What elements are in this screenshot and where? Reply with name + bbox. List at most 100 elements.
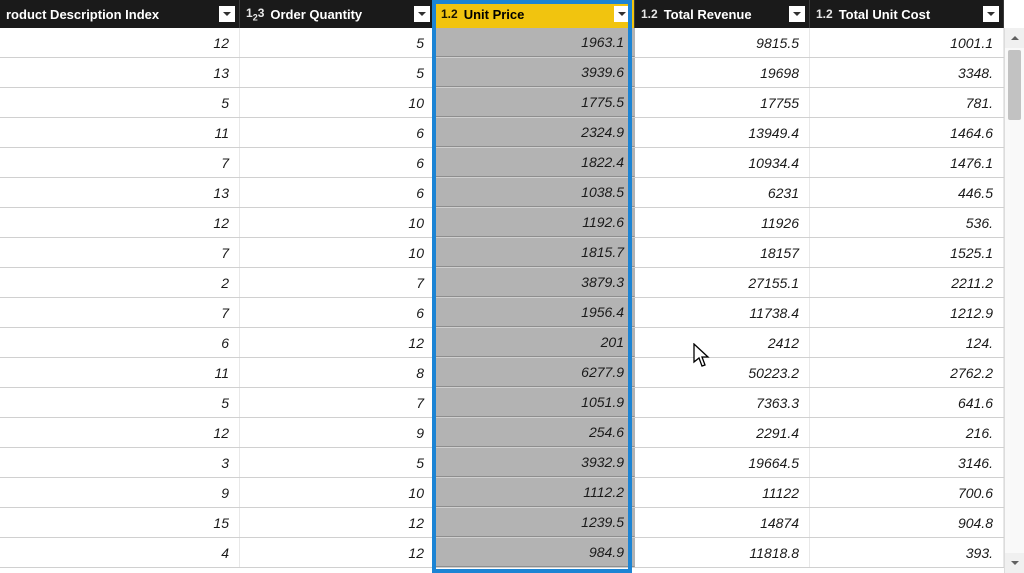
table-row[interactable]: 1353939.6196983348. bbox=[0, 58, 1024, 88]
table-row[interactable]: 761822.410934.41476.1 bbox=[0, 148, 1024, 178]
table-cell[interactable]: 1775.5 bbox=[435, 88, 635, 117]
table-row[interactable]: 5101775.517755781. bbox=[0, 88, 1024, 118]
table-cell[interactable]: 254.6 bbox=[435, 418, 635, 447]
table-cell[interactable]: 1212.9 bbox=[810, 298, 1004, 327]
table-cell[interactable]: 216. bbox=[810, 418, 1004, 447]
table-cell[interactable]: 6 bbox=[240, 118, 435, 147]
table-cell[interactable]: 6277.9 bbox=[435, 358, 635, 387]
table-cell[interactable]: 1112.2 bbox=[435, 478, 635, 507]
table-row[interactable]: 412984.911818.8393. bbox=[0, 538, 1024, 568]
table-cell[interactable]: 3146. bbox=[810, 448, 1004, 477]
table-row[interactable]: 1251963.19815.51001.1 bbox=[0, 28, 1024, 58]
table-row[interactable]: 12101192.611926536. bbox=[0, 208, 1024, 238]
table-cell[interactable]: 3932.9 bbox=[435, 448, 635, 477]
table-cell[interactable]: 6 bbox=[240, 298, 435, 327]
table-cell[interactable]: 12 bbox=[0, 208, 240, 237]
table-cell[interactable]: 2291.4 bbox=[635, 418, 810, 447]
scroll-track[interactable] bbox=[1005, 48, 1024, 553]
table-row[interactable]: 129254.62291.4216. bbox=[0, 418, 1024, 448]
table-cell[interactable]: 7363.3 bbox=[635, 388, 810, 417]
column-filter-dropdown[interactable] bbox=[789, 6, 805, 22]
table-cell[interactable]: 904.8 bbox=[810, 508, 1004, 537]
table-cell[interactable]: 201 bbox=[435, 328, 635, 357]
table-cell[interactable]: 12 bbox=[0, 28, 240, 57]
table-cell[interactable]: 11122 bbox=[635, 478, 810, 507]
table-cell[interactable]: 6 bbox=[240, 178, 435, 207]
column-filter-dropdown[interactable] bbox=[983, 6, 999, 22]
table-cell[interactable]: 9815.5 bbox=[635, 28, 810, 57]
table-row[interactable]: 353932.919664.53146. bbox=[0, 448, 1024, 478]
table-cell[interactable]: 3939.6 bbox=[435, 58, 635, 87]
table-cell[interactable]: 446.5 bbox=[810, 178, 1004, 207]
table-cell[interactable]: 7 bbox=[240, 268, 435, 297]
table-cell[interactable]: 10934.4 bbox=[635, 148, 810, 177]
table-cell[interactable]: 1239.5 bbox=[435, 508, 635, 537]
table-row[interactable]: 9101112.211122700.6 bbox=[0, 478, 1024, 508]
table-cell[interactable]: 1525.1 bbox=[810, 238, 1004, 267]
table-cell[interactable]: 18157 bbox=[635, 238, 810, 267]
table-cell[interactable]: 5 bbox=[240, 28, 435, 57]
table-cell[interactable]: 10 bbox=[240, 478, 435, 507]
table-cell[interactable]: 6 bbox=[0, 328, 240, 357]
table-cell[interactable]: 1038.5 bbox=[435, 178, 635, 207]
table-cell[interactable]: 11926 bbox=[635, 208, 810, 237]
table-cell[interactable]: 17755 bbox=[635, 88, 810, 117]
table-cell[interactable]: 3879.3 bbox=[435, 268, 635, 297]
table-row[interactable]: 1361038.56231446.5 bbox=[0, 178, 1024, 208]
table-cell[interactable]: 19698 bbox=[635, 58, 810, 87]
table-cell[interactable]: 10 bbox=[240, 208, 435, 237]
table-cell[interactable]: 7 bbox=[0, 238, 240, 267]
table-cell[interactable]: 11 bbox=[0, 358, 240, 387]
column-header[interactable]: 1.2Total Revenue bbox=[635, 0, 810, 28]
table-cell[interactable]: 9 bbox=[0, 478, 240, 507]
column-header[interactable]: 123Order Quantity bbox=[240, 0, 435, 28]
column-filter-dropdown[interactable] bbox=[414, 6, 430, 22]
scroll-down-arrow[interactable] bbox=[1005, 553, 1024, 573]
table-cell[interactable]: 7 bbox=[240, 388, 435, 417]
table-cell[interactable]: 5 bbox=[240, 58, 435, 87]
table-cell[interactable]: 12 bbox=[0, 418, 240, 447]
column-header[interactable]: roduct Description Index bbox=[0, 0, 240, 28]
column-header[interactable]: 1.2Unit Price bbox=[435, 0, 635, 28]
table-cell[interactable]: 5 bbox=[240, 448, 435, 477]
column-filter-dropdown[interactable] bbox=[219, 6, 235, 22]
table-cell[interactable]: 12 bbox=[240, 328, 435, 357]
table-cell[interactable]: 7 bbox=[0, 298, 240, 327]
table-cell[interactable]: 11738.4 bbox=[635, 298, 810, 327]
table-cell[interactable]: 2324.9 bbox=[435, 118, 635, 147]
scroll-thumb[interactable] bbox=[1008, 50, 1021, 120]
table-cell[interactable]: 1476.1 bbox=[810, 148, 1004, 177]
table-cell[interactable]: 27155.1 bbox=[635, 268, 810, 297]
table-row[interactable]: 761956.411738.41212.9 bbox=[0, 298, 1024, 328]
table-cell[interactable]: 2412 bbox=[635, 328, 810, 357]
table-cell[interactable]: 12 bbox=[240, 538, 435, 567]
table-cell[interactable]: 10 bbox=[240, 88, 435, 117]
table-cell[interactable]: 13 bbox=[0, 58, 240, 87]
table-cell[interactable]: 1051.9 bbox=[435, 388, 635, 417]
table-cell[interactable]: 5 bbox=[0, 88, 240, 117]
table-cell[interactable]: 2762.2 bbox=[810, 358, 1004, 387]
table-cell[interactable]: 3 bbox=[0, 448, 240, 477]
table-cell[interactable]: 1815.7 bbox=[435, 238, 635, 267]
table-cell[interactable]: 641.6 bbox=[810, 388, 1004, 417]
table-row[interactable]: 1186277.950223.22762.2 bbox=[0, 358, 1024, 388]
table-cell[interactable]: 984.9 bbox=[435, 538, 635, 567]
table-cell[interactable]: 8 bbox=[240, 358, 435, 387]
table-cell[interactable]: 11818.8 bbox=[635, 538, 810, 567]
table-cell[interactable]: 2 bbox=[0, 268, 240, 297]
table-cell[interactable]: 14874 bbox=[635, 508, 810, 537]
table-cell[interactable]: 124. bbox=[810, 328, 1004, 357]
table-cell[interactable]: 4 bbox=[0, 538, 240, 567]
table-cell[interactable]: 781. bbox=[810, 88, 1004, 117]
table-cell[interactable]: 1956.4 bbox=[435, 298, 635, 327]
table-cell[interactable]: 2211.2 bbox=[810, 268, 1004, 297]
table-row[interactable]: 273879.327155.12211.2 bbox=[0, 268, 1024, 298]
table-cell[interactable]: 19664.5 bbox=[635, 448, 810, 477]
table-row[interactable]: 15121239.514874904.8 bbox=[0, 508, 1024, 538]
column-header[interactable]: 1.2Total Unit Cost bbox=[810, 0, 1004, 28]
table-cell[interactable]: 50223.2 bbox=[635, 358, 810, 387]
table-row[interactable]: 6122012412124. bbox=[0, 328, 1024, 358]
table-cell[interactable]: 700.6 bbox=[810, 478, 1004, 507]
table-cell[interactable]: 13 bbox=[0, 178, 240, 207]
table-row[interactable]: 571051.97363.3641.6 bbox=[0, 388, 1024, 418]
